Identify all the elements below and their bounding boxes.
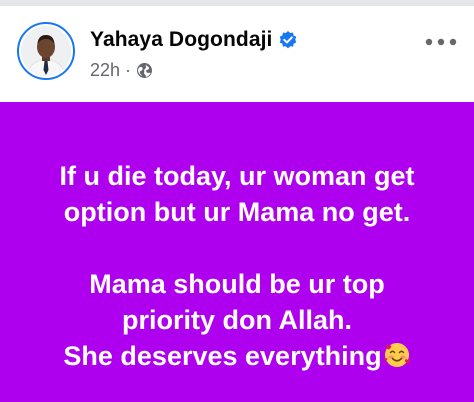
author-name[interactable]: Yahaya Dogondaji (90, 28, 272, 52)
post-paragraph-2-text: Mama should be ur top priority don Allah… (63, 269, 385, 371)
more-options-button[interactable] (424, 32, 458, 52)
post-header: Yahaya Dogondaji 22h · (0, 6, 474, 102)
author-row: Yahaya Dogondaji (90, 28, 298, 52)
more-options-icon (425, 38, 457, 46)
globe-icon[interactable] (136, 62, 153, 79)
post-paragraph-1: If u die today, ur woman get option but … (59, 161, 415, 227)
verified-badge-icon (278, 30, 298, 50)
meta-separator: · (125, 60, 132, 80)
post-text-background: If u die today, ur woman get option but … (0, 102, 474, 402)
post-meta: 22h · (90, 60, 153, 81)
post-paragraph-2: Mama should be ur top priority don Allah… (17, 266, 457, 374)
author-avatar[interactable] (17, 22, 75, 80)
post-time[interactable]: 22h (90, 60, 120, 81)
smiling-face-with-hearts-icon (383, 341, 411, 369)
avatar-image (21, 26, 71, 76)
